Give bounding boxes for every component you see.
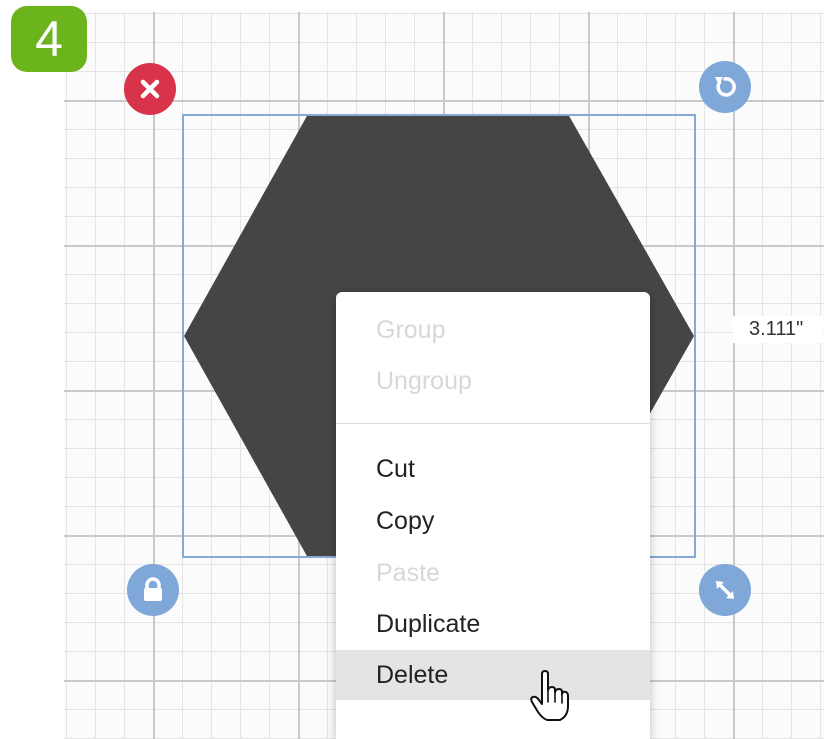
resize-handle[interactable] <box>699 564 751 616</box>
hand-pointer-icon <box>530 670 569 721</box>
step-number-badge: 4 <box>11 6 87 72</box>
close-icon <box>140 79 160 99</box>
lock-icon <box>144 577 162 601</box>
rotate-handle[interactable] <box>699 61 751 113</box>
menu-item-copy[interactable]: Copy <box>336 496 650 546</box>
context-menu: Group Ungroup Cut Copy Paste Duplicate D… <box>336 292 650 739</box>
menu-item-group[interactable]: Group <box>336 305 650 355</box>
lock-handle[interactable] <box>127 564 179 616</box>
resize-icon <box>716 581 734 599</box>
menu-divider <box>336 423 650 424</box>
menu-item-duplicate[interactable]: Duplicate <box>336 599 650 649</box>
width-dimension-label: 3.111" <box>733 316 823 343</box>
menu-item-ungroup[interactable]: Ungroup <box>336 356 650 406</box>
menu-item-cut[interactable]: Cut <box>336 444 650 494</box>
rotate-icon <box>715 77 736 97</box>
delete-handle[interactable] <box>124 63 176 115</box>
menu-item-delete[interactable]: Delete <box>336 650 650 700</box>
menu-item-paste[interactable]: Paste <box>336 548 650 598</box>
